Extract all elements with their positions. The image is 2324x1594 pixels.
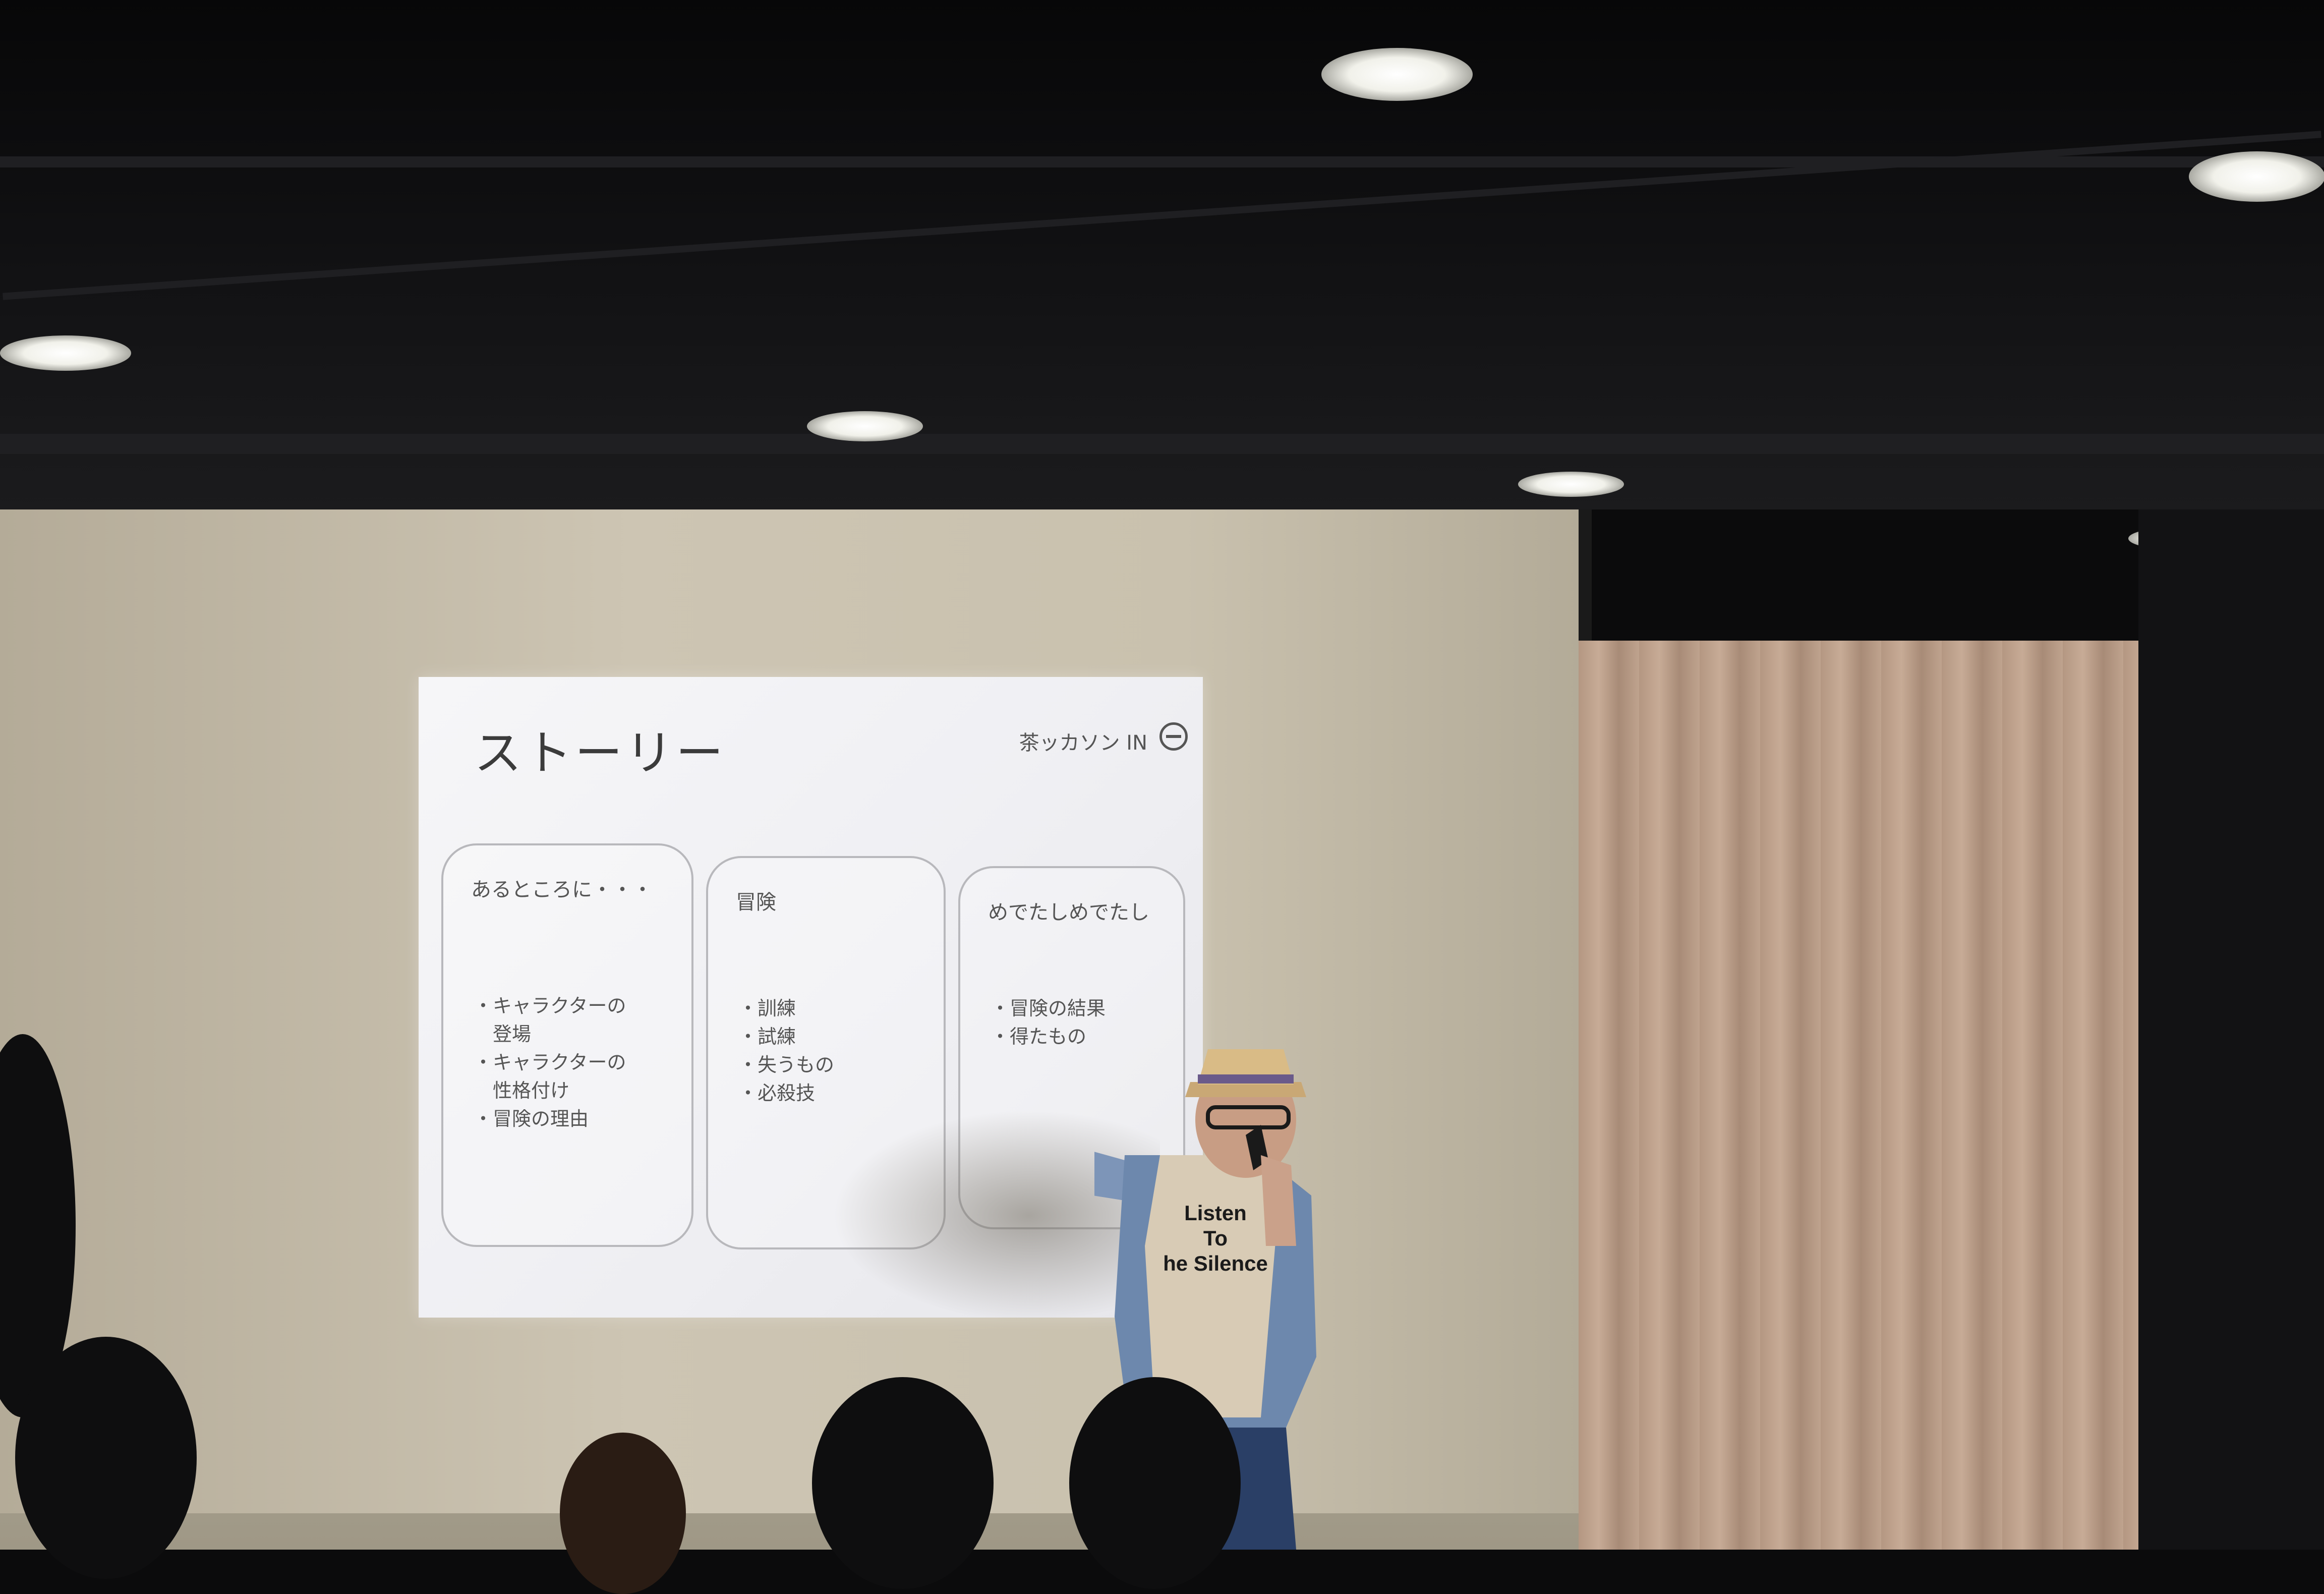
audience-member: [560, 1433, 686, 1594]
ceiling: [0, 0, 2324, 550]
card-list: ・冒険の結果 ・得たもの: [991, 994, 1106, 1051]
ceiling-beam: [0, 434, 2324, 454]
tshirt-line: To: [1203, 1226, 1228, 1250]
audience-member: [1069, 1377, 1241, 1589]
list-item: ・必殺技: [738, 1082, 816, 1104]
story-card-beginning: あるところに・・・ ・キャラクターの 登場 ・キャラクターの 性格付け ・冒険の…: [441, 843, 693, 1247]
brand-logo-icon: [1159, 722, 1188, 751]
slide-brand: 茶ッカソン IN: [1019, 731, 1147, 755]
tshirt-line: he Silence: [1163, 1251, 1268, 1275]
list-item: ・冒険の結果: [991, 997, 1106, 1019]
tshirt-print: Listen To he Silence: [1160, 1201, 1271, 1276]
list-item: ・得たもの: [991, 1026, 1087, 1048]
list-item: ・冒険の理由: [474, 1108, 589, 1130]
audience-member: [15, 1337, 197, 1579]
card-heading: 冒険: [736, 891, 776, 914]
list-item: ・訓練: [738, 997, 796, 1019]
ceiling-light: [2189, 151, 2324, 202]
tshirt-line: Listen: [1184, 1201, 1247, 1225]
audience-member: [812, 1377, 994, 1589]
card-heading: あるところに・・・: [471, 878, 653, 901]
card-list: ・訓練 ・試練 ・失うもの ・必殺技: [738, 994, 834, 1107]
list-item: ・キャラクターの: [474, 995, 626, 1017]
list-item: 性格付け: [493, 1079, 570, 1102]
ceiling-light: [1321, 48, 1473, 101]
ceiling-light: [807, 411, 923, 441]
card-heading: めでたしめでたし: [988, 901, 1149, 924]
list-item: ・失うもの: [738, 1054, 835, 1076]
list-item: ・試練: [738, 1026, 796, 1048]
curtain: [1579, 641, 2138, 1550]
ceiling-light: [0, 335, 131, 371]
stage-equipment: [2138, 509, 2324, 1550]
card-list: ・キャラクターの 登場 ・キャラクターの 性格付け ・冒険の理由: [474, 992, 626, 1133]
list-item: ・キャラクターの: [474, 1051, 626, 1073]
ceiling-light: [1518, 472, 1624, 497]
slide-title: ストーリー: [474, 726, 727, 781]
list-item: 登場: [493, 1023, 532, 1045]
